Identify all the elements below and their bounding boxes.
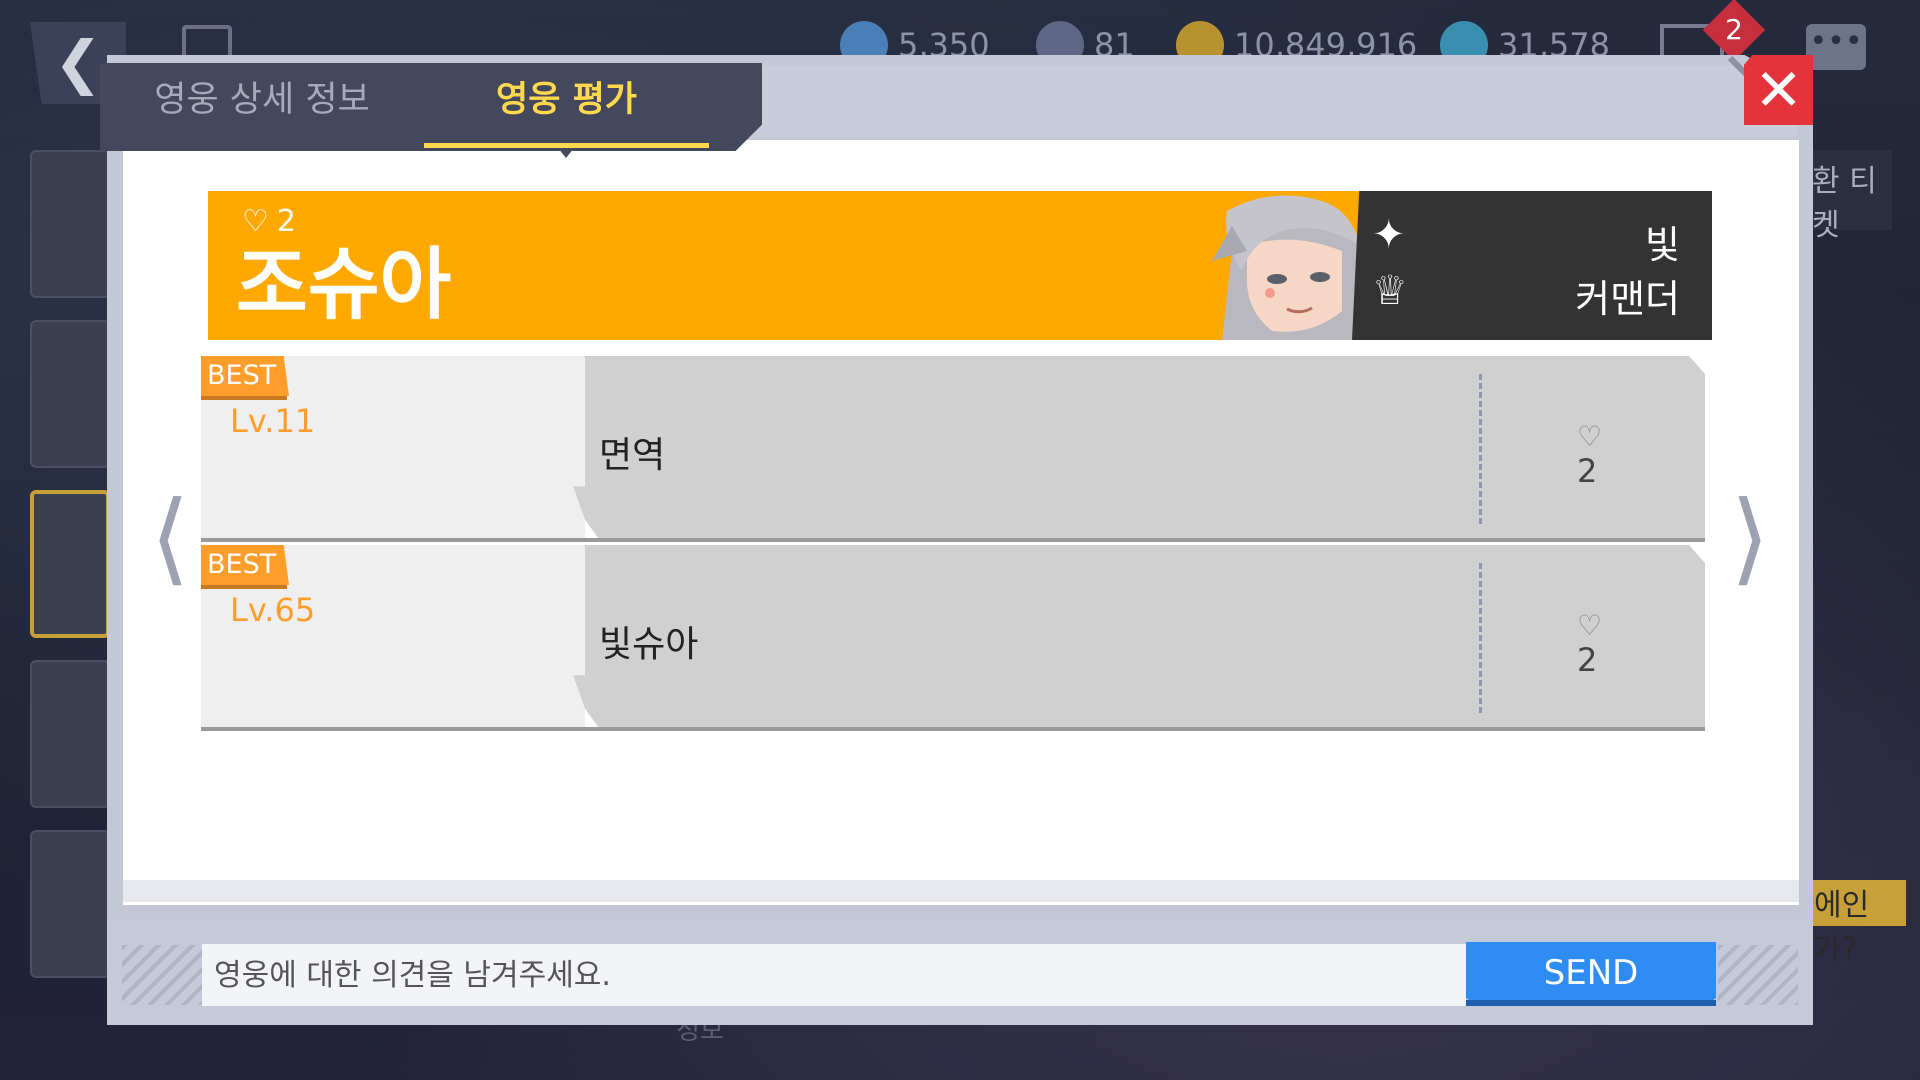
hero-likes: ♡ 2 <box>242 204 296 239</box>
comment-bubble <box>573 356 1705 542</box>
comment-level: Lv.65 <box>230 591 316 629</box>
row-divider <box>201 727 1705 731</box>
heart-icon: ♡ <box>242 204 269 239</box>
hero-card[interactable] <box>30 150 110 298</box>
crown-icon: ♕ <box>1372 268 1408 314</box>
hero-card[interactable] <box>30 830 110 978</box>
hero-like-count: 2 <box>276 204 296 239</box>
mail-badge-count: 2 <box>1725 13 1743 46</box>
comment-row: BEST Lv.11 면역 ♡ 2 <box>201 356 1705 542</box>
hero-attribute: 빛 <box>1645 223 1680 267</box>
light-attribute-icon: ✦ <box>1372 212 1406 258</box>
send-button-shadow <box>1466 1000 1716 1006</box>
stripe-decoration <box>122 945 202 1005</box>
comment-input[interactable] <box>202 944 1466 1006</box>
content-panel-footer <box>123 880 1799 902</box>
comment-text: 면역 <box>599 435 666 476</box>
best-badge-shadow <box>201 585 287 589</box>
send-button[interactable]: SEND <box>1466 942 1716 1004</box>
hero-list <box>30 150 110 1000</box>
close-icon: ✕ <box>1754 56 1803 124</box>
best-badge: BEST <box>201 356 289 396</box>
tab-pointer <box>558 148 574 158</box>
hero-class: 커맨더 <box>1575 277 1680 321</box>
hero-card[interactable] <box>30 660 110 808</box>
comment-divider <box>1479 563 1482 713</box>
chat-icon[interactable]: ••• <box>1806 24 1866 70</box>
comment-bubble <box>573 545 1705 731</box>
comment-level: Lv.11 <box>230 402 316 440</box>
prev-page-arrow[interactable]: ⟨ <box>140 488 200 588</box>
comment-like-count: 2 <box>1577 452 1598 490</box>
question-label: 에인가? <box>1806 880 1906 967</box>
next-page-arrow[interactable]: ⟩ <box>1720 488 1780 588</box>
heart-icon[interactable]: ♡ <box>1577 609 1602 642</box>
tab-hero-detail[interactable]: 영웅 상세 정보 <box>100 63 424 151</box>
comment-text: 빛슈아 <box>599 624 699 665</box>
hero-name: 조슈아 <box>236 240 452 330</box>
comment-like-count: 2 <box>1577 641 1598 679</box>
stripe-decoration <box>1718 945 1798 1005</box>
hero-card[interactable] <box>30 320 110 468</box>
best-badge: BEST <box>201 545 289 585</box>
ticket-label: 환 티켓 <box>1806 150 1892 243</box>
best-badge-shadow <box>201 396 287 400</box>
hero-portrait <box>1192 191 1367 340</box>
comment-divider <box>1479 374 1482 524</box>
tab-hero-evaluation[interactable]: 영웅 평가 <box>424 63 709 151</box>
heart-icon[interactable]: ♡ <box>1577 420 1602 453</box>
row-divider <box>201 538 1705 542</box>
close-button[interactable]: ✕ <box>1744 55 1813 125</box>
hero-card-selected[interactable] <box>30 490 110 638</box>
comment-row: BEST Lv.65 빛슈아 ♡ 2 <box>201 545 1705 731</box>
